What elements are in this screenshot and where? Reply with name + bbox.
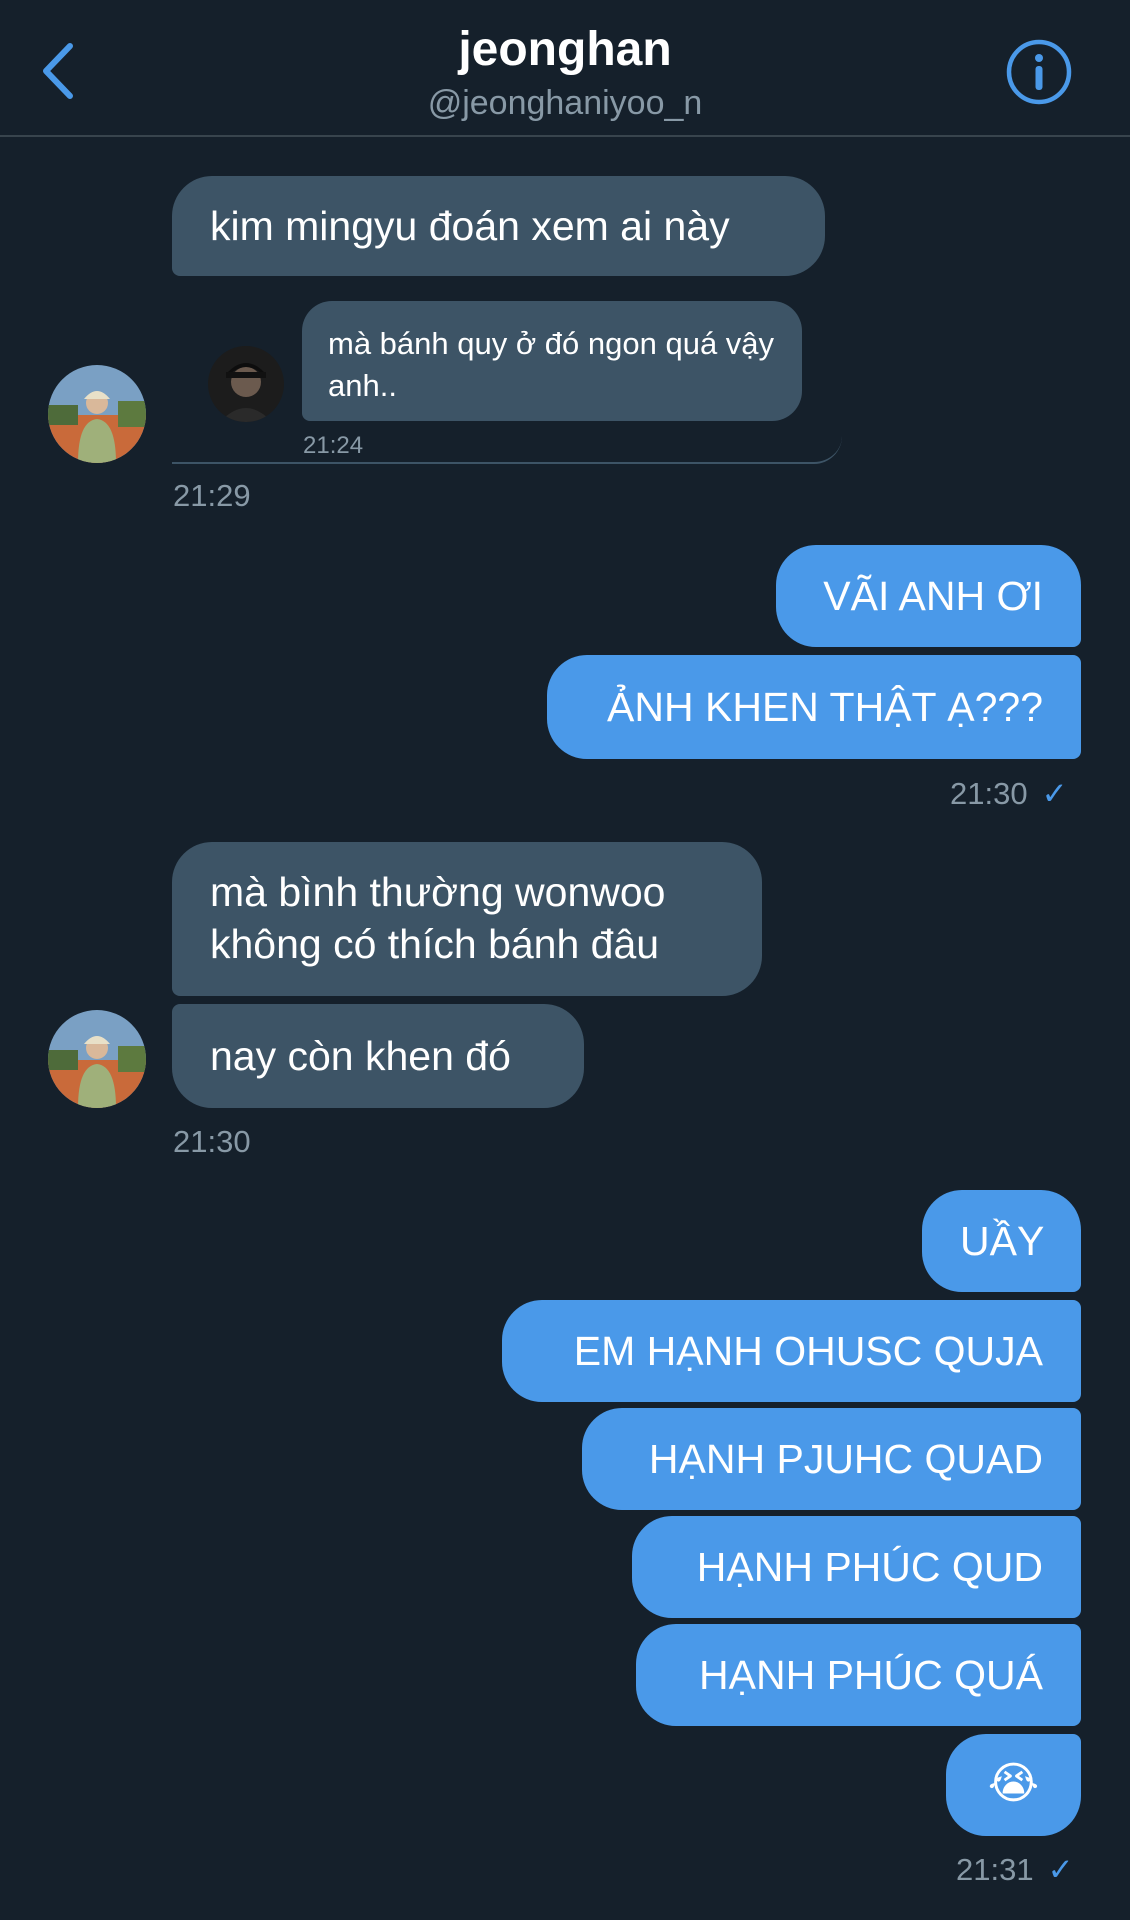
outgoing-message[interactable]: HẠNH PHÚC QUD [632,1516,1081,1618]
outgoing-message[interactable]: VÃI ANH ƠI [776,545,1081,647]
message-text: nay còn khen đó [210,1033,511,1079]
message-text: ẢNH KHEN THẬT Ạ??? [607,684,1043,730]
quoted-message-text: mà bánh quy ở đó ngon quá vậy anh.. [328,326,775,403]
message-text: EM HẠNH OHUSC QUJA [573,1328,1043,1374]
message-timestamp: 21:29 [173,478,251,513]
message-text: kim mingyu đoán xem ai này [210,203,730,249]
info-circle-icon [1006,39,1072,105]
checkmark-icon: ✓ [1041,776,1068,811]
message-timestamp: 21:30 ✓ [950,776,1068,811]
outgoing-message[interactable]: HẠNH PJUHC QUAD [582,1408,1081,1510]
quoted-message-bubble: mà bánh quy ở đó ngon quá vậy anh.. [302,301,802,421]
conversation-title[interactable]: jeonghan [0,22,1130,77]
conversation-handle[interactable]: @jeonghaniyoo_n [0,84,1130,123]
outgoing-message[interactable]: 😭 [946,1734,1081,1836]
incoming-message[interactable]: mà bình thường wonwoo không có thích bán… [172,842,762,996]
message-timestamp: 21:30 [173,1124,251,1159]
message-text: HẠNH PJUHC QUAD [648,1436,1043,1482]
crying-face-emoji: 😭 [987,1759,1040,1808]
quoted-message-time: 21:24 [303,432,364,459]
message-text: HẠNH PHÚC QUD [696,1544,1043,1590]
quoted-avatar [208,346,284,422]
sender-avatar[interactable] [48,1010,146,1108]
outgoing-message[interactable]: EM HẠNH OHUSC QUJA [502,1300,1081,1402]
incoming-message[interactable]: kim mingyu đoán xem ai này [172,176,825,276]
message-text-line: không có thích bánh đâu [210,921,660,967]
outgoing-message[interactable]: HẠNH PHÚC QUÁ [636,1624,1081,1726]
message-text: UẦY [960,1218,1045,1264]
message-text: HẠNH PHÚC QUÁ [699,1652,1043,1698]
message-text: VÃI ANH ƠI [823,573,1043,619]
sender-avatar[interactable] [48,365,146,463]
message-timestamp: 21:31 ✓ [956,1852,1074,1887]
checkmark-icon: ✓ [1047,1852,1074,1887]
message-text-line: mà bình thường wonwoo [210,869,666,915]
outgoing-message[interactable]: ẢNH KHEN THẬT Ạ??? [547,655,1081,759]
outgoing-message[interactable]: UẦY [922,1190,1081,1292]
incoming-message[interactable]: nay còn khen đó [172,1004,584,1108]
info-button[interactable] [1005,38,1073,106]
conversation-header: jeonghan @jeonghaniyoo_n [0,0,1130,137]
